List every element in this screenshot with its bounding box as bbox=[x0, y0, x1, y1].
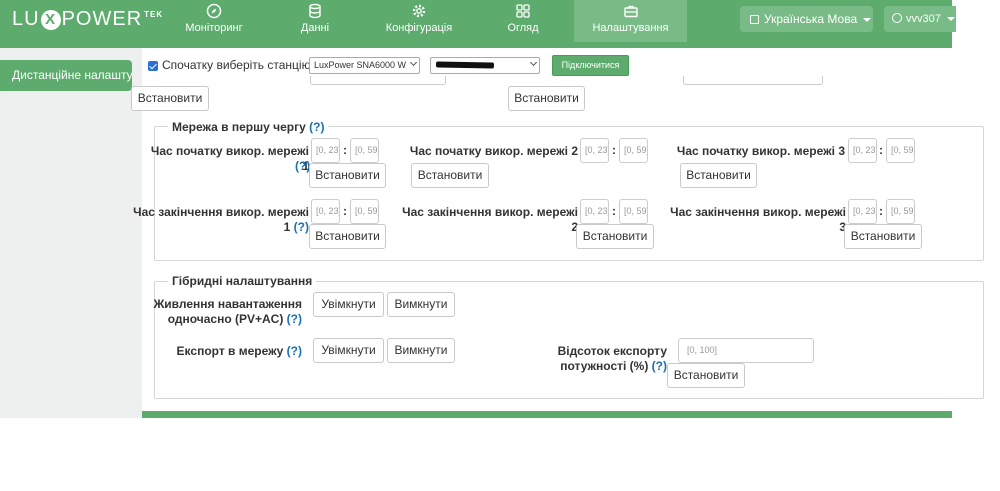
grid-start-1-minute-input[interactable]: [0, 59] bbox=[350, 138, 379, 163]
chevron-down-icon bbox=[529, 58, 538, 67]
username-label: vvv307 bbox=[906, 13, 941, 25]
chevron-down-icon bbox=[409, 58, 418, 67]
nav-data[interactable]: Данні bbox=[292, 0, 338, 42]
time-colon: : bbox=[879, 204, 883, 218]
select-station-label: Спочатку виберіть станцію bbox=[162, 58, 311, 72]
grid-end-3-hour-input[interactable]: [0, 23] bbox=[848, 199, 877, 224]
grid-start-3-set-button[interactable]: Встановити bbox=[680, 163, 757, 188]
grid-start-2-minute-input[interactable]: [0, 59] bbox=[619, 138, 648, 163]
nav-settings[interactable]: Налаштування bbox=[574, 0, 687, 42]
station-select-value: LuxPower SNA6000 W bbox=[314, 60, 407, 70]
user-icon bbox=[892, 13, 902, 23]
chevron-down-icon bbox=[863, 17, 872, 22]
grid-end-1-label: Час закінчення викор. мережі 1 (?) bbox=[133, 205, 309, 234]
grid-start-2-set-button[interactable]: Встановити bbox=[411, 163, 489, 188]
select-station-checkbox[interactable] bbox=[148, 61, 158, 71]
sidebar-item-label: Дистанційне налаштування bbox=[12, 68, 132, 82]
export-label: Експорт в мережу (?) bbox=[176, 344, 302, 358]
top-navbar: LU X POWER TEK Моніторинг Данні Конфігураці… bbox=[0, 0, 956, 48]
nav-settings-label: Налаштування bbox=[592, 22, 669, 34]
grid-start-2-label: Час початку викор. мережі 2 bbox=[409, 144, 578, 158]
briefcase-icon bbox=[574, 0, 687, 22]
help-icon[interactable]: (?) bbox=[294, 220, 309, 234]
nav-overview-label: Огляд bbox=[507, 22, 539, 34]
grid-start-1-set-button[interactable]: Встановити bbox=[309, 163, 386, 188]
user-dropdown[interactable]: vvv307 bbox=[884, 6, 956, 32]
language-dropdown[interactable]: Українська Мова bbox=[740, 6, 873, 32]
partial-input[interactable] bbox=[310, 76, 446, 85]
flag-icon bbox=[750, 15, 759, 24]
language-label: Українська Мова bbox=[764, 12, 858, 26]
grid-end-2-hour-input[interactable]: [0, 23] bbox=[580, 199, 609, 224]
export-percent-set-button[interactable]: Встановити bbox=[667, 363, 745, 388]
nav-configuration[interactable]: Конфігурація bbox=[383, 0, 455, 42]
grid-end-3-set-button[interactable]: Встановити bbox=[844, 224, 922, 249]
grid-end-1-minute-input[interactable]: [0, 59] bbox=[350, 199, 379, 224]
grid-start-3-hour-input[interactable]: [0, 23] bbox=[848, 138, 877, 163]
grid-start-1-label: Час початку викор. мережі 1 bbox=[150, 144, 309, 173]
station-select[interactable]: LuxPower SNA6000 W bbox=[309, 57, 420, 74]
gear-icon bbox=[383, 0, 455, 22]
partial-input[interactable] bbox=[683, 76, 823, 85]
luxpower-logo[interactable]: LU X POWER TEK bbox=[12, 8, 163, 31]
nav-monitoring-label: Моніторинг bbox=[185, 22, 243, 34]
load-supply-disable-button[interactable]: Вимкнути bbox=[387, 292, 455, 317]
grid-start-2-hour-input[interactable]: [0, 23] bbox=[580, 138, 609, 163]
nav-overview[interactable]: Огляд bbox=[505, 0, 541, 42]
help-icon[interactable]: (?) bbox=[652, 359, 667, 373]
set-button[interactable]: Встановити bbox=[508, 86, 585, 111]
export-enable-button[interactable]: Увімкнути bbox=[313, 338, 384, 363]
help-icon[interactable]: (?) bbox=[287, 312, 302, 326]
time-colon: : bbox=[612, 143, 616, 157]
nav-configuration-label: Конфігурація bbox=[385, 22, 453, 34]
grid-start-3-label: Час початку викор. мережі 3 bbox=[676, 144, 845, 158]
export-percent-input[interactable]: [0, 100] bbox=[678, 338, 814, 363]
redacted-serial bbox=[435, 61, 495, 69]
nav-data-label: Данні bbox=[300, 22, 330, 34]
nav-monitoring[interactable]: Моніторинг bbox=[180, 0, 248, 42]
load-supply-label: Живлення навантаження одночасно (PV+AC) (… bbox=[153, 297, 302, 326]
grid-end-1-hour-input[interactable]: [0, 23] bbox=[311, 199, 340, 224]
grid-end-2-label: Час закінчення викор. мережі 2 bbox=[402, 205, 578, 234]
grid-end-2-set-button[interactable]: Встановити bbox=[576, 224, 654, 249]
grid-icon bbox=[505, 0, 541, 22]
time-colon: : bbox=[879, 143, 883, 157]
grid-first-legend: Мережа в першу чергу (?) bbox=[168, 120, 329, 134]
export-disable-button[interactable]: Вимкнути bbox=[387, 338, 455, 363]
grid-start-1-hour-input[interactable]: [0, 23] bbox=[311, 138, 340, 163]
grid-end-2-minute-input[interactable]: [0, 59] bbox=[619, 199, 648, 224]
grid-end-1-set-button[interactable]: Встановити bbox=[309, 224, 386, 249]
grid-start-3-minute-input[interactable]: [0, 59] bbox=[886, 138, 915, 163]
hybrid-legend: Гібридні налаштування bbox=[168, 274, 317, 288]
chevron-down-icon bbox=[946, 17, 955, 22]
help-icon[interactable]: (?) bbox=[309, 120, 324, 134]
database-icon bbox=[292, 0, 338, 22]
export-percent-label: Відсоток експорту потужності (%) (?) bbox=[557, 344, 667, 373]
sidebar-item-remote-settings[interactable]: Дистанційне налаштування bbox=[0, 60, 132, 91]
grid-end-3-label: Час закінчення викор. мережі 3 bbox=[670, 205, 846, 234]
grid-end-3-minute-input[interactable]: [0, 59] bbox=[886, 199, 915, 224]
footer-bar bbox=[142, 411, 952, 418]
load-supply-enable-button[interactable]: Увімкнути bbox=[313, 292, 384, 317]
compass-icon bbox=[180, 0, 248, 22]
help-icon[interactable]: (?) bbox=[287, 344, 302, 358]
time-colon: : bbox=[343, 204, 347, 218]
time-colon: : bbox=[612, 204, 616, 218]
set-button[interactable]: Встановити bbox=[131, 86, 209, 111]
time-colon: : bbox=[343, 143, 347, 157]
connect-button[interactable]: Підключитися bbox=[552, 55, 629, 76]
